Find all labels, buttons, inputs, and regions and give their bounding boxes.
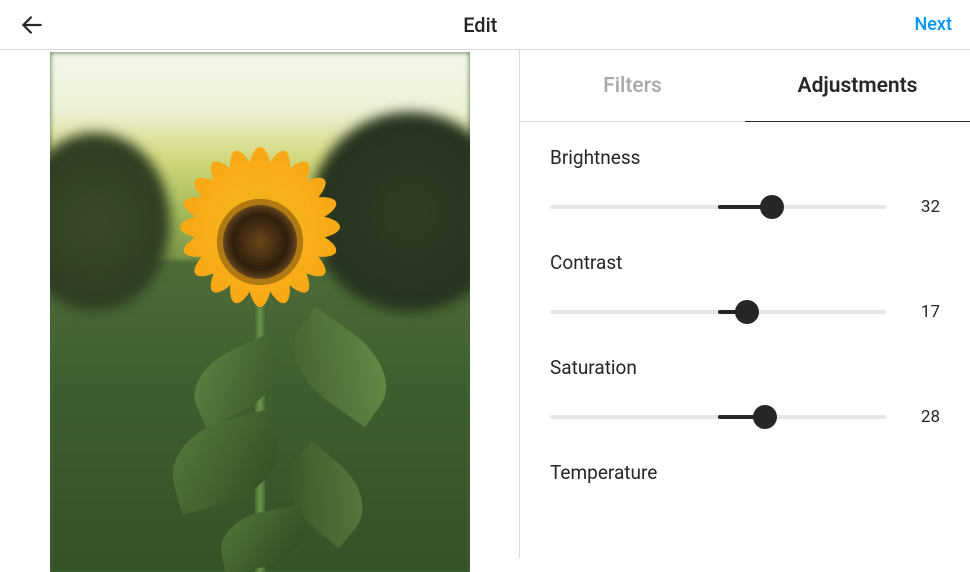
slider-value: 32 (910, 197, 940, 217)
slider-label: Brightness (550, 146, 940, 169)
photo-preview-panel (0, 50, 520, 558)
slider-group-saturation: Saturation 28 (550, 356, 940, 427)
next-button[interactable]: Next (915, 14, 952, 35)
slider-row: 32 (550, 197, 940, 217)
slider-group-temperature: Temperature (550, 461, 940, 484)
back-button[interactable] (18, 11, 46, 39)
tab-filters[interactable]: Filters (520, 50, 745, 122)
slider-value: 28 (910, 407, 940, 427)
tab-adjustments[interactable]: Adjustments (745, 50, 970, 122)
slider-value: 17 (910, 302, 940, 322)
slider-group-brightness: Brightness 32 (550, 146, 940, 217)
slider-track[interactable] (550, 205, 886, 209)
slider-track[interactable] (550, 415, 886, 419)
slider-label: Contrast (550, 251, 940, 274)
tabs: Filters Adjustments (520, 50, 970, 122)
header: Edit Next (0, 0, 970, 50)
slider-group-contrast: Contrast 17 (550, 251, 940, 322)
slider-row: 28 (550, 407, 940, 427)
adjustments-list: Brightness 32 Contrast 17 Saturation 28 Temper… (520, 122, 970, 518)
back-arrow-icon (19, 12, 45, 38)
slider-track[interactable] (550, 310, 886, 314)
page-title: Edit (463, 13, 497, 37)
main: Filters Adjustments Brightness 32 Contrast… (0, 50, 970, 558)
slider-label: Temperature (550, 461, 940, 484)
slider-label: Saturation (550, 356, 940, 379)
edit-panel: Filters Adjustments Brightness 32 Contrast… (520, 50, 970, 558)
slider-row: 17 (550, 302, 940, 322)
slider-thumb[interactable] (760, 195, 784, 219)
slider-thumb[interactable] (735, 300, 759, 324)
slider-thumb[interactable] (753, 405, 777, 429)
photo-preview[interactable] (50, 52, 470, 572)
